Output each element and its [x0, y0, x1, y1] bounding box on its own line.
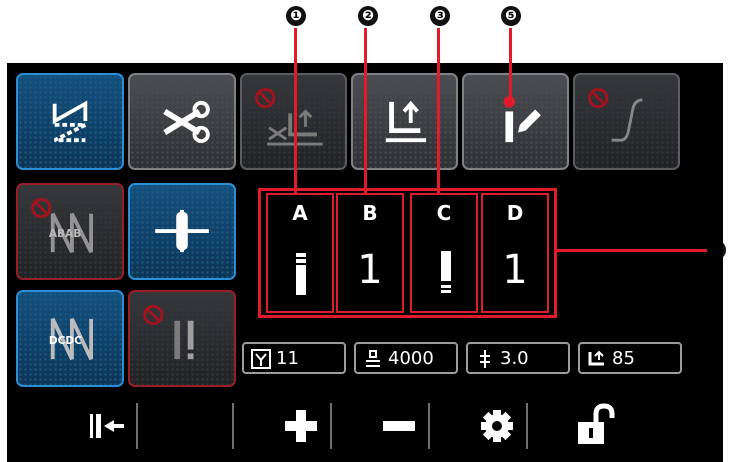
pattern-edit-icon [503, 96, 541, 143]
stitch-disabled-icon [143, 304, 194, 360]
settings-gear-icon [481, 410, 513, 442]
stitch-button[interactable] [128, 290, 236, 387]
toolbar-divider [232, 403, 234, 449]
svg-text:DCDC: DCDC [49, 335, 82, 347]
stitch-count-value: 11 [276, 348, 299, 369]
dcdc-button[interactable]: DCDC [16, 290, 124, 387]
segment-letter: B [362, 201, 378, 225]
presser-lift-icon [385, 100, 427, 143]
presser-height-box[interactable]: 85 [578, 342, 682, 374]
presser-height-icon [588, 350, 604, 366]
callout-3: ❸ [430, 6, 450, 26]
back-to-start-button[interactable] [78, 400, 136, 452]
minus-icon [383, 421, 415, 431]
pattern-edit-button[interactable] [462, 73, 569, 170]
thread-cut-button[interactable] [128, 73, 236, 170]
stitch-length-box[interactable]: 3.0 [466, 342, 570, 374]
segment-letter: D [506, 201, 524, 225]
stitch-count-box[interactable]: 11 [242, 342, 346, 374]
minus-button[interactable] [370, 400, 428, 452]
segment-d[interactable]: D 1 [481, 193, 549, 313]
callout-1: ❶ [286, 6, 306, 26]
stitch-bar-icon [296, 253, 306, 295]
toolbar-divider [526, 403, 528, 449]
leader-line-2 [364, 28, 367, 193]
leader-line-1 [294, 28, 297, 193]
slope-disabled-icon [588, 87, 643, 142]
segment-a[interactable]: A [266, 193, 334, 313]
presser-lift-button[interactable] [351, 73, 458, 170]
speed-box[interactable]: 4000 [354, 342, 458, 374]
needle-center-icon [155, 209, 209, 253]
back-to-start-icon [90, 414, 124, 438]
settings-button[interactable] [468, 400, 526, 452]
length-icon [480, 350, 490, 368]
speed-value: 4000 [388, 348, 434, 369]
leader-line-5 [509, 28, 512, 100]
leader-line-4 [557, 249, 707, 252]
counter-icon [251, 349, 271, 369]
plus-button[interactable] [272, 400, 330, 452]
zigzag-button[interactable] [16, 73, 124, 170]
callout-5: ❺ [501, 6, 521, 26]
plus-icon [285, 410, 317, 442]
stitch-bar-icon [441, 251, 451, 293]
callout-2: ❷ [358, 6, 378, 26]
segment-c[interactable]: C [410, 193, 478, 313]
toolbar-divider [428, 403, 430, 449]
svg-text:ABAB: ABAB [49, 228, 81, 240]
abab-disabled-icon: ABAB [31, 197, 94, 253]
segment-b[interactable]: B 1 [336, 193, 404, 313]
toolbar-divider [330, 403, 332, 449]
abab-button[interactable]: ABAB [16, 183, 124, 280]
segment-value: 1 [502, 247, 528, 293]
stitch-length-value: 3.0 [500, 348, 529, 369]
toolbar-divider [136, 403, 138, 449]
zigzag-icon [52, 100, 88, 143]
unlock-icon [578, 403, 615, 444]
segment-value: 1 [357, 247, 383, 293]
speed-icon [366, 350, 380, 367]
needle-center-button[interactable] [128, 183, 236, 280]
scissors-icon [163, 100, 210, 144]
presser-height-value: 85 [612, 348, 635, 369]
slope-button[interactable] [573, 73, 680, 170]
dcdc-icon: DCDC [49, 318, 94, 360]
leader-line-3 [437, 28, 440, 193]
unlock-button[interactable] [566, 400, 624, 452]
